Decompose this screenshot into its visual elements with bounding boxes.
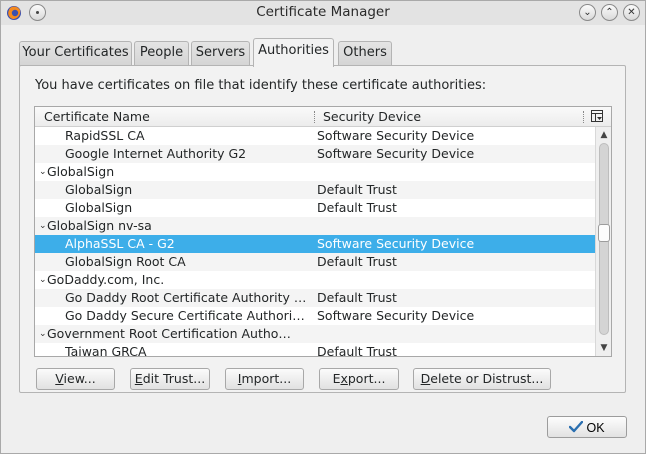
certificate-name-cell: Google Internet Authority G2 xyxy=(65,146,247,161)
tree-group-row[interactable]: ⌄ GlobalSign xyxy=(35,163,595,181)
column-picker-icon[interactable] xyxy=(591,110,603,122)
table-row[interactable]: Go Daddy Secure Certificate Authority - … xyxy=(35,307,595,325)
certificate-name-cell: AlphaSSL CA - G2 xyxy=(65,236,175,251)
table-row[interactable]: RapidSSL CA Software Security Device xyxy=(35,127,595,145)
tab-servers[interactable]: Servers xyxy=(191,41,250,66)
tab-people[interactable]: People xyxy=(134,41,189,66)
tab-your-certificates[interactable]: Your Certificates xyxy=(19,41,132,66)
maximize-button[interactable]: ⌃ xyxy=(601,4,618,21)
certificate-name-cell: Government Root Certification Authority xyxy=(47,326,291,341)
delete-or-distrust-button[interactable]: Delete or Distrust... xyxy=(413,368,551,390)
security-device-cell: Default Trust xyxy=(317,254,397,269)
table-row[interactable]: Taiwan GRCA Default Trust xyxy=(35,343,595,357)
certificate-name-cell: GlobalSign xyxy=(47,164,115,179)
expand-icon[interactable]: ⌄ xyxy=(39,325,47,343)
certificate-name-cell: GlobalSign xyxy=(65,182,133,197)
tree-group-row[interactable]: ⌄ GlobalSign nv-sa xyxy=(35,217,595,235)
close-button[interactable]: ✕ xyxy=(623,4,640,21)
tree-header: Certificate Name Security Device xyxy=(35,107,611,127)
table-row[interactable]: GlobalSign Default Trust xyxy=(35,181,595,199)
table-row[interactable]: GlobalSign Default Trust xyxy=(35,199,595,217)
window-title: Certificate Manager xyxy=(256,4,390,20)
export-button[interactable]: Export... xyxy=(319,368,399,390)
intro-text: You have certificates on file that ident… xyxy=(35,78,487,93)
table-row[interactable]: GlobalSign Root CA Default Trust xyxy=(35,253,595,271)
import-button[interactable]: Import... xyxy=(225,368,304,390)
delete-mnemonic: D xyxy=(420,371,431,386)
scroll-thumb[interactable] xyxy=(598,224,610,242)
security-device-cell: Default Trust xyxy=(317,182,397,197)
tree-group-row[interactable]: ⌄ Government Root Certification Authority xyxy=(35,325,595,343)
certificate-name-cell: GlobalSign xyxy=(65,200,133,215)
table-row[interactable]: Google Internet Authority G2 Software Sec… xyxy=(35,145,595,163)
column-security-device[interactable]: Security Device xyxy=(323,109,421,124)
expand-icon[interactable]: ⌄ xyxy=(39,217,47,235)
scroll-up-icon[interactable]: ▲ xyxy=(599,130,609,140)
certificate-name-cell: RapidSSL CA xyxy=(65,128,145,143)
view-button[interactable]: View... xyxy=(36,368,115,390)
minimize-button[interactable]: ⌄ xyxy=(579,4,596,21)
tree-group-row[interactable]: ⌄ GoDaddy.com, Inc. xyxy=(35,271,595,289)
column-resize-handle[interactable] xyxy=(583,111,585,123)
column-certificate-name[interactable]: Certificate Name xyxy=(44,109,150,124)
import-label: mport... xyxy=(241,371,292,386)
certificate-name-cell: Go Daddy Root Certificate Authority - G2 xyxy=(65,290,309,305)
ok-mnemonic: O xyxy=(586,421,597,435)
tab-others[interactable]: Others xyxy=(338,41,392,66)
title-bar[interactable]: Certificate Manager ⌄ ⌃ ✕ xyxy=(1,1,645,25)
table-row[interactable]: AlphaSSL CA - G2 Software Security Device xyxy=(35,235,595,253)
delete-label: elete or Distrust... xyxy=(430,371,544,386)
certificate-name-cell: Taiwan GRCA xyxy=(65,344,147,357)
security-device-cell: Default Trust xyxy=(317,344,397,357)
certificate-name-cell: GoDaddy.com, Inc. xyxy=(47,272,165,287)
security-device-cell: Software Security Device xyxy=(317,236,475,251)
certificate-manager-window: Certificate Manager ⌄ ⌃ ✕ Your Certifica… xyxy=(0,0,646,454)
edit-trust-label: dit Trust... xyxy=(142,371,206,386)
security-device-cell: Software Security Device xyxy=(317,128,475,143)
certificate-name-cell: GlobalSign nv-sa xyxy=(47,218,152,233)
security-device-cell: Default Trust xyxy=(317,200,397,215)
certificate-name-cell: GlobalSign Root CA xyxy=(65,254,186,269)
scroll-down-icon[interactable]: ▼ xyxy=(599,343,609,353)
tree-rows: RapidSSL CA Software Security Device Googl… xyxy=(35,127,595,357)
edit-trust-button[interactable]: Edit Trust... xyxy=(130,368,210,390)
expand-icon[interactable]: ⌄ xyxy=(39,163,47,181)
certificate-name-cell: Go Daddy Secure Certificate Authority - … xyxy=(65,308,309,323)
security-device-cell: Software Security Device xyxy=(317,146,475,161)
ok-button[interactable]: OK xyxy=(547,416,627,438)
export-mnemonic: x xyxy=(340,371,348,386)
column-resize-handle[interactable] xyxy=(314,111,316,123)
view-label: iew... xyxy=(63,371,96,386)
expand-icon[interactable]: ⌄ xyxy=(39,271,47,289)
edit-trust-mnemonic: E xyxy=(134,371,143,386)
ok-label: K xyxy=(596,421,605,435)
security-device-cell: Software Security Device xyxy=(317,308,475,323)
table-row[interactable]: Go Daddy Root Certificate Authority - G2… xyxy=(35,289,595,307)
view-mnemonic: V xyxy=(55,371,64,386)
certificate-tree[interactable]: Certificate Name Security Device RapidSS… xyxy=(34,106,612,357)
check-icon xyxy=(569,421,584,433)
export-label: port... xyxy=(347,371,386,386)
authorities-panel: You have certificates on file that ident… xyxy=(19,65,626,393)
tab-authorities[interactable]: Authorities xyxy=(253,38,334,67)
tree-scrollbar[interactable]: ▲ ▼ xyxy=(595,127,611,356)
security-device-cell: Default Trust xyxy=(317,290,397,305)
